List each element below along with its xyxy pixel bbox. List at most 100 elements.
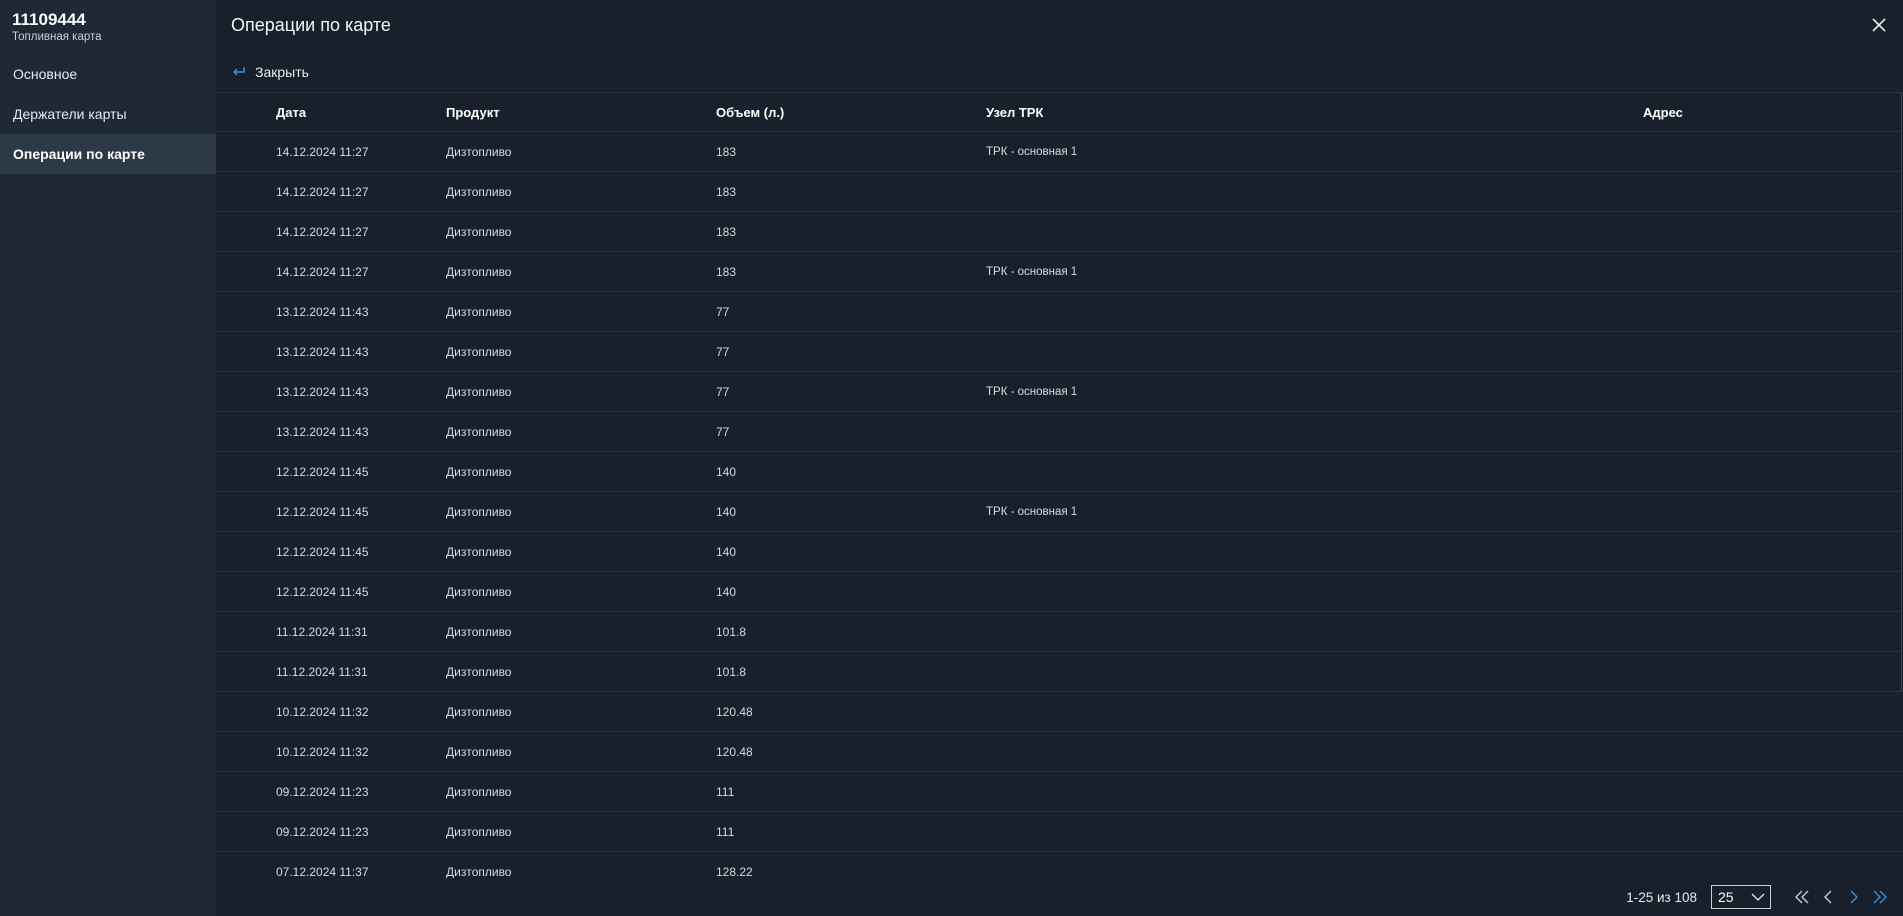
cell-pump-node <box>986 711 1643 712</box>
sidebar-item-main[interactable]: Основное <box>0 54 216 94</box>
cell-date: 14.12.2024 11:27 <box>276 184 369 199</box>
cell-date: 13.12.2024 11:43 <box>276 384 369 399</box>
sidebar: 11109444 Топливная карта Основное Держат… <box>0 0 216 916</box>
cell-volume: 77 <box>716 384 730 399</box>
column-header-product[interactable]: Продукт <box>446 105 716 120</box>
table-row[interactable]: 11.12.2024 11:31 Дизтопливо 101.8 <box>216 612 1902 652</box>
cell-date: 14.12.2024 11:27 <box>276 264 369 279</box>
cell-product: Дизтопливо <box>446 824 512 839</box>
cell-product: Дизтопливо <box>446 304 512 319</box>
cell-volume: 120.48 <box>716 704 753 719</box>
table-row[interactable]: 12.12.2024 11:45 Дизтопливо 140 <box>216 532 1902 572</box>
cell-pump-node: ТРК - основная 1 <box>986 386 1078 398</box>
table-row[interactable]: 13.12.2024 11:43 Дизтопливо 77 <box>216 292 1902 332</box>
cell-product: Дизтопливо <box>446 424 512 439</box>
column-header-volume[interactable]: Объем (л.) <box>716 105 986 120</box>
cell-product: Дизтопливо <box>446 384 512 399</box>
sidebar-item-label: Держатели карты <box>13 106 127 122</box>
page-title: Операции по карте <box>231 15 391 35</box>
top-bar: Операции по карте <box>216 0 1903 52</box>
table-row[interactable]: 07.12.2024 11:37 Дизтопливо 128.22 <box>216 852 1902 879</box>
cell-volume: 128.22 <box>716 864 753 879</box>
column-header-pump-node[interactable]: Узел ТРК <box>986 105 1643 120</box>
table-row[interactable]: 14.12.2024 11:27 Дизтопливо 183 <box>216 172 1902 212</box>
sidebar-item-card-holders[interactable]: Держатели карты <box>0 94 216 134</box>
cell-pump-node <box>986 231 1643 232</box>
card-header: 11109444 Топливная карта <box>0 0 216 50</box>
cell-date: 13.12.2024 11:43 <box>276 344 369 359</box>
cell-volume: 140 <box>716 464 737 479</box>
cell-volume: 140 <box>716 544 737 559</box>
cell-volume: 111 <box>716 824 735 839</box>
close-button[interactable]: Закрыть <box>232 64 309 80</box>
cell-product: Дизтопливо <box>446 544 512 559</box>
cell-pump-node <box>986 191 1643 192</box>
cell-volume: 140 <box>716 584 737 599</box>
close-label: Закрыть <box>255 64 309 80</box>
cell-pump-node <box>986 591 1643 592</box>
pagination-bar: 1-25 из 108 25 <box>216 878 1903 916</box>
sidebar-nav: Основное Держатели карты Операции по кар… <box>0 54 216 174</box>
cell-pump-node <box>986 751 1643 752</box>
column-header-date[interactable]: Дата <box>216 105 446 120</box>
page-size-select[interactable]: 25 <box>1711 885 1771 909</box>
table-row[interactable]: 14.12.2024 11:27 Дизтопливо 183 ТРК - основ… <box>216 132 1902 172</box>
cell-volume: 77 <box>716 424 730 439</box>
cell-date: 10.12.2024 11:32 <box>276 704 369 719</box>
cell-date: 12.12.2024 11:45 <box>276 504 369 519</box>
cell-date: 11.12.2024 11:31 <box>276 664 368 679</box>
table-row[interactable]: 10.12.2024 11:32 Дизтопливо 120.48 <box>216 732 1902 772</box>
sidebar-item-card-operations[interactable]: Операции по карте <box>0 134 216 174</box>
cell-date: 14.12.2024 11:27 <box>276 144 369 159</box>
cell-pump-node: ТРК - основная 1 <box>986 146 1078 158</box>
table-row[interactable]: 09.12.2024 11:23 Дизтопливо 111 <box>216 812 1902 852</box>
cell-product: Дизтопливо <box>446 344 512 359</box>
cell-pump-node <box>986 311 1643 312</box>
cell-product: Дизтопливо <box>446 744 512 759</box>
cell-volume: 183 <box>716 184 737 199</box>
cell-volume: 77 <box>716 304 730 319</box>
cell-product: Дизтопливо <box>446 624 512 639</box>
cell-date: 14.12.2024 11:27 <box>276 224 369 239</box>
cell-product: Дизтопливо <box>446 664 512 679</box>
table-row[interactable]: 10.12.2024 11:32 Дизтопливо 120.48 <box>216 692 1902 732</box>
cell-date: 13.12.2024 11:43 <box>276 304 369 319</box>
cell-date: 13.12.2024 11:43 <box>276 424 369 439</box>
table-row[interactable]: 13.12.2024 11:43 Дизтопливо 77 <box>216 332 1902 372</box>
table-row[interactable]: 12.12.2024 11:45 Дизтопливо 140 <box>216 452 1902 492</box>
pager-controls <box>1793 888 1889 906</box>
table-row[interactable]: 12.12.2024 11:45 Дизтопливо 140 ТРК - основ… <box>216 492 1902 532</box>
cell-volume: 120.48 <box>716 744 753 759</box>
cell-product: Дизтопливо <box>446 864 512 879</box>
table-row[interactable]: 12.12.2024 11:45 Дизтопливо 140 <box>216 572 1902 612</box>
cell-pump-node <box>986 791 1643 792</box>
cell-pump-node <box>986 631 1643 632</box>
table-row[interactable]: 13.12.2024 11:43 Дизтопливо 77 ТРК - основн… <box>216 372 1902 412</box>
cell-pump-node <box>986 671 1643 672</box>
page-size-value: 25 <box>1718 889 1734 905</box>
previous-page-icon[interactable] <box>1819 888 1837 906</box>
cell-product: Дизтопливо <box>446 184 512 199</box>
cell-volume: 140 <box>716 504 737 519</box>
first-page-icon[interactable] <box>1793 888 1811 906</box>
table-header: Дата Продукт Объем (л.) Узел ТРК Адрес <box>216 92 1902 132</box>
app-window: 11109444 Топливная карта Основное Держат… <box>0 0 1903 916</box>
table-row[interactable]: 14.12.2024 11:27 Дизтопливо 183 <box>216 212 1902 252</box>
table-row[interactable]: 14.12.2024 11:27 Дизтопливо 183 ТРК - основ… <box>216 252 1902 292</box>
table-body: 14.12.2024 11:27 Дизтопливо 183 ТРК - основ… <box>216 132 1903 878</box>
cell-pump-node: ТРК - основная 1 <box>986 266 1078 278</box>
table-row[interactable]: 09.12.2024 11:23 Дизтопливо 111 <box>216 772 1902 812</box>
last-page-icon[interactable] <box>1871 888 1889 906</box>
next-page-icon[interactable] <box>1845 888 1863 906</box>
column-header-address[interactable]: Адрес <box>1643 105 1902 120</box>
close-icon[interactable] <box>1869 15 1889 35</box>
sidebar-item-label: Основное <box>13 66 78 82</box>
cell-pump-node: ТРК - основная 1 <box>986 506 1078 518</box>
cell-product: Дизтопливо <box>446 784 512 799</box>
cell-pump-node <box>986 431 1643 432</box>
table-row[interactable]: 11.12.2024 11:31 Дизтопливо 101.8 <box>216 652 1902 692</box>
cell-product: Дизтопливо <box>446 464 512 479</box>
cell-product: Дизтопливо <box>446 504 512 519</box>
table-row[interactable]: 13.12.2024 11:43 Дизтопливо 77 <box>216 412 1902 452</box>
cell-date: 12.12.2024 11:45 <box>276 584 369 599</box>
